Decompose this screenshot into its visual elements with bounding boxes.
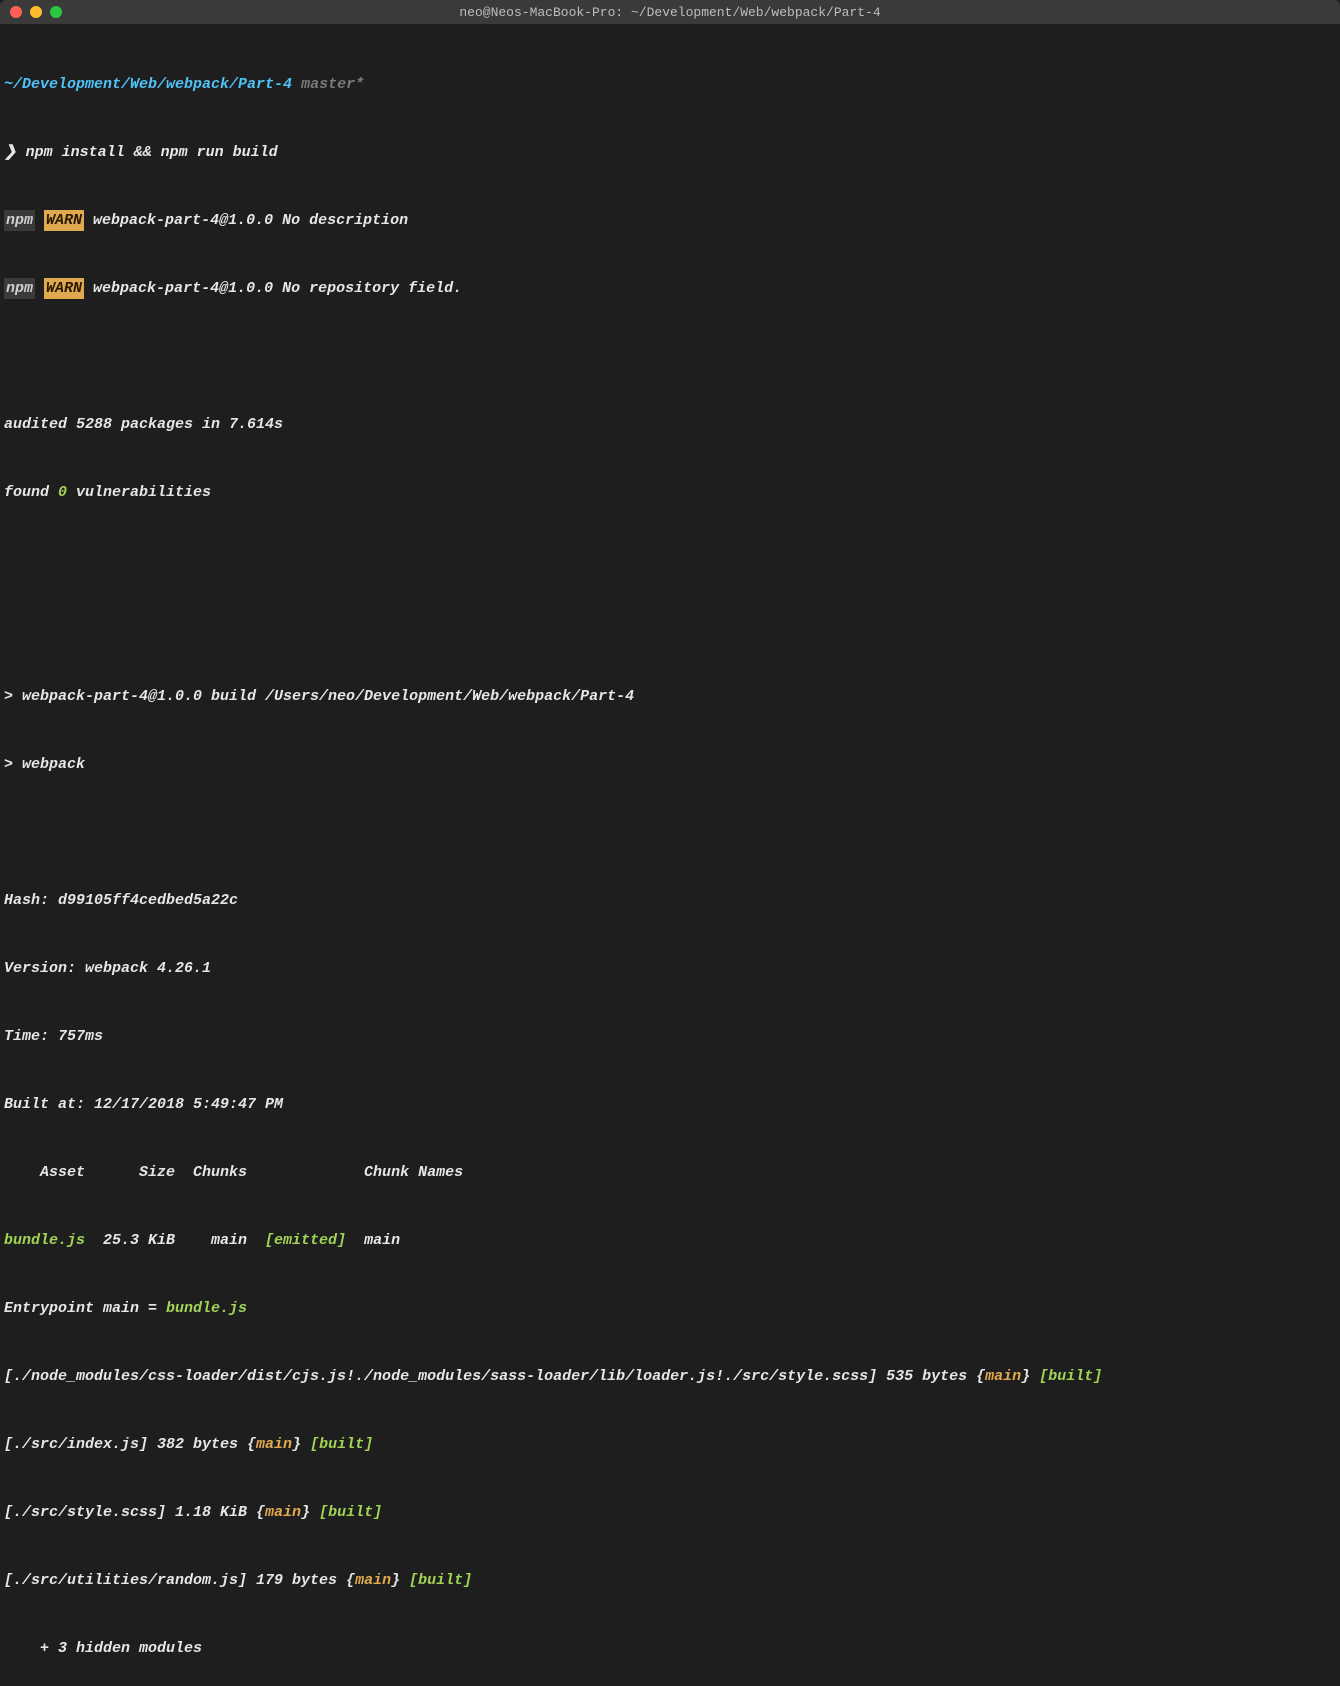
mod-post: } (1021, 1368, 1039, 1385)
warn-badge: WARN (44, 278, 84, 299)
emitted-tag: [emitted] (265, 1232, 346, 1249)
built-tag: [built] (310, 1436, 373, 1453)
chunk-name: main (355, 1572, 391, 1589)
window-controls (0, 6, 62, 18)
vuln-line: found 0 vulnerabilities (4, 476, 1336, 510)
module-4: [./src/utilities/random.js] 179 bytes {m… (4, 1564, 1336, 1598)
close-icon[interactable] (10, 6, 22, 18)
run-line-2: > webpack (4, 748, 1336, 782)
npm-warn-1: npm WARN webpack-part-4@1.0.0 No descrip… (4, 204, 1336, 238)
npm-badge: npm (4, 278, 35, 299)
warn-text: webpack-part-4@1.0.0 No repository field… (84, 280, 462, 297)
command-line: ❯ npm install && npm run build (4, 136, 1336, 170)
zoom-icon[interactable] (50, 6, 62, 18)
stats-version: Version: webpack 4.26.1 (4, 952, 1336, 986)
chunk-name: main (265, 1504, 301, 1521)
prompt-line: ~/Development/Web/webpack/Part-4 master* (4, 68, 1336, 102)
module-1: [./node_modules/css-loader/dist/cjs.js!.… (4, 1360, 1336, 1394)
mod-post: } (391, 1572, 409, 1589)
mod-pre: [./src/index.js] 382 bytes { (4, 1436, 256, 1453)
run-line-1: > webpack-part-4@1.0.0 build /Users/neo/… (4, 680, 1336, 714)
chunk-name: main (985, 1368, 1021, 1385)
built-tag: [built] (409, 1572, 472, 1589)
assets-header: Asset Size Chunks Chunk Names (4, 1156, 1336, 1190)
built-tag: [built] (1039, 1368, 1102, 1385)
minimize-icon[interactable] (30, 6, 42, 18)
titlebar: neo@Neos-MacBook-Pro: ~/Development/Web/… (0, 0, 1340, 24)
asset-tail: main (346, 1232, 400, 1249)
vuln-count: 0 (58, 484, 67, 501)
blank (4, 816, 1336, 850)
mod-pre: [./src/utilities/random.js] 179 bytes { (4, 1572, 355, 1589)
stats-built-at: Built at: 12/17/2018 5:49:47 PM (4, 1088, 1336, 1122)
found-pre: found (4, 484, 58, 501)
mod-pre: [./src/style.scss] 1.18 KiB { (4, 1504, 265, 1521)
entry-asset: bundle.js (166, 1300, 247, 1317)
mod-post: } (292, 1436, 310, 1453)
hidden-modules: + 3 hidden modules (4, 1632, 1336, 1666)
blank (4, 340, 1336, 374)
git-branch: master* (301, 76, 364, 93)
npm-badge: npm (4, 210, 35, 231)
warn-badge: WARN (44, 210, 84, 231)
npm-warn-2: npm WARN webpack-part-4@1.0.0 No reposit… (4, 272, 1336, 306)
found-post: vulnerabilities (67, 484, 211, 501)
module-3: [./src/style.scss] 1.18 KiB {main} [buil… (4, 1496, 1336, 1530)
mod-post: } (301, 1504, 319, 1521)
terminal-output[interactable]: ~/Development/Web/webpack/Part-4 master*… (0, 24, 1340, 1686)
built-tag: [built] (319, 1504, 382, 1521)
window-title: neo@Neos-MacBook-Pro: ~/Development/Web/… (0, 5, 1340, 20)
command: npm install && npm run build (26, 144, 278, 161)
stats-time: Time: 757ms (4, 1020, 1336, 1054)
module-2: [./src/index.js] 382 bytes {main} [built… (4, 1428, 1336, 1462)
entrypoint: Entrypoint main = bundle.js (4, 1292, 1336, 1326)
asset-mid: 25.3 KiB main (85, 1232, 265, 1249)
prompt-symbol: ❯ (4, 144, 17, 161)
blank (4, 612, 1336, 646)
entry-pre: Entrypoint main = (4, 1300, 166, 1317)
cwd: ~/Development/Web/webpack/Part-4 (4, 76, 292, 93)
stats-hash: Hash: d99105ff4cedbed5a22c (4, 884, 1336, 918)
warn-text: webpack-part-4@1.0.0 No description (84, 212, 408, 229)
chunk-name: main (256, 1436, 292, 1453)
asset-row: bundle.js 25.3 KiB main [emitted] main (4, 1224, 1336, 1258)
mod-pre: [./node_modules/css-loader/dist/cjs.js!.… (4, 1368, 985, 1385)
blank (4, 544, 1336, 578)
audit-line: audited 5288 packages in 7.614s (4, 408, 1336, 442)
asset-name: bundle.js (4, 1232, 85, 1249)
